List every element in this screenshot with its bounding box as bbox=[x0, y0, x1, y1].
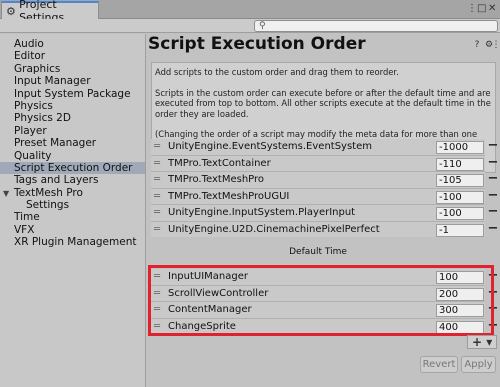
help-text: Add scripts to the custom order and drag… bbox=[155, 67, 399, 77]
sidebar-item-tags-and-layers[interactable]: Tags and Layers bbox=[0, 174, 145, 186]
help-icon[interactable]: ? bbox=[472, 40, 482, 50]
sidebar-item-graphics[interactable]: Graphics bbox=[0, 63, 145, 75]
script-name: UnityEngine.EventSystems.EventSystem bbox=[168, 141, 372, 152]
sidebar-item-quality[interactable]: Quality bbox=[0, 150, 145, 162]
remove-button[interactable]: − bbox=[485, 155, 500, 170]
sidebar-item-textmesh-pro-settings[interactable]: Settings bbox=[0, 199, 145, 211]
maximize-icon[interactable]: □ bbox=[477, 3, 486, 14]
project-settings-tab[interactable]: ⚙ Project Settings bbox=[1, 0, 99, 24]
order-value-field[interactable]: -105 bbox=[436, 174, 484, 187]
script-row[interactable]: ═ UnityEngine.U2D.CinemachinePixelPerfec… bbox=[151, 221, 485, 238]
remove-button[interactable]: − bbox=[485, 205, 500, 219]
script-name: TMPro.TextContainer bbox=[168, 157, 271, 169]
close-icon[interactable]: ✕ bbox=[488, 3, 496, 14]
drag-handle-icon[interactable]: ═ bbox=[154, 224, 160, 235]
default-time-divider: Default Time bbox=[151, 237, 485, 267]
page-title: Script Execution Order bbox=[148, 34, 366, 54]
script-name: UnityEngine.InputSystem.PlayerInput bbox=[168, 207, 356, 218]
remove-button[interactable]: − bbox=[485, 172, 500, 186]
sidebar-item-script-execution-order[interactable]: Script Execution Order bbox=[0, 161, 145, 175]
drag-handle-icon[interactable]: ═ bbox=[154, 175, 160, 185]
toolbar: ⚲ bbox=[0, 19, 500, 33]
script-row[interactable]: ═ UnityEngine.EventSystems.EventSystem -… bbox=[151, 139, 485, 156]
script-name: TMPro.TextMeshProUGUI bbox=[168, 190, 290, 202]
order-value-field[interactable]: -100 bbox=[436, 190, 484, 204]
script-name: UnityEngine.U2D.CinemachinePixelPerfect bbox=[168, 223, 380, 235]
sidebar-item-audio[interactable]: Audio bbox=[0, 38, 145, 50]
sidebar-item-editor[interactable]: Editor bbox=[0, 50, 145, 62]
drag-handle-icon[interactable]: ═ bbox=[154, 158, 160, 169]
sidebar-item-input-manager[interactable]: Input Manager bbox=[0, 75, 145, 87]
order-value-field[interactable]: -1 bbox=[436, 223, 484, 237]
script-row[interactable]: ═ TMPro.TextMeshPro -105 bbox=[151, 172, 485, 189]
gear-icon: ⚙ bbox=[6, 4, 16, 18]
drag-handle-icon[interactable]: ═ bbox=[154, 191, 160, 202]
script-row[interactable]: ═ TMPro.TextMeshProUGUI -100 bbox=[151, 188, 485, 205]
sidebar-item-xr-plugin-management[interactable]: XR Plugin Management bbox=[0, 236, 145, 248]
script-row[interactable]: ═ UnityEngine.InputSystem.PlayerInput -1… bbox=[151, 205, 485, 222]
remove-button[interactable]: − bbox=[485, 188, 500, 203]
sidebar-item-time[interactable]: Time bbox=[0, 211, 145, 223]
order-value-field[interactable]: -100 bbox=[436, 207, 484, 220]
search-input[interactable]: ⚲ bbox=[254, 20, 498, 32]
order-value-field[interactable]: -1000 bbox=[436, 141, 484, 154]
highlight-annotation bbox=[148, 265, 494, 336]
script-order-list-before: ═ UnityEngine.EventSystems.EventSystem -… bbox=[151, 139, 498, 238]
sidebar-item-player[interactable]: Player bbox=[0, 125, 145, 137]
sidebar-item-preset-manager[interactable]: Preset Manager bbox=[0, 137, 145, 149]
window-titlebar: ⚙ Project Settings ⋮ □ ✕ bbox=[0, 0, 500, 24]
more-icon[interactable]: ⋮ bbox=[491, 40, 500, 50]
kebab-menu-icon[interactable]: ⋮ bbox=[467, 3, 477, 14]
drag-handle-icon[interactable]: ═ bbox=[154, 208, 160, 218]
script-name: TMPro.TextMeshPro bbox=[168, 174, 265, 185]
sidebar-item-label: TextMesh Pro bbox=[14, 186, 83, 199]
sidebar-item-physics-2d[interactable]: Physics 2D bbox=[0, 112, 145, 124]
add-script-button[interactable]: + ▾ bbox=[467, 335, 497, 349]
revert-button[interactable]: Revert bbox=[420, 356, 458, 373]
sidebar-item-physics[interactable]: Physics bbox=[0, 100, 145, 112]
script-row[interactable]: ═ TMPro.TextContainer -110 bbox=[151, 155, 485, 172]
sidebar-item-textmesh-pro[interactable]: ▼ TextMesh Pro bbox=[0, 187, 145, 199]
apply-button[interactable]: Apply bbox=[461, 356, 496, 373]
remove-button[interactable]: − bbox=[485, 221, 500, 236]
drag-handle-icon[interactable]: ═ bbox=[154, 142, 160, 152]
search-icon: ⚲ bbox=[259, 21, 266, 31]
remove-button[interactable]: − bbox=[485, 139, 500, 153]
sidebar-item-vfx[interactable]: VFX bbox=[0, 224, 145, 236]
sidebar-item-input-system-package[interactable]: Input System Package bbox=[0, 88, 145, 100]
settings-sidebar: Audio Editor Graphics Input Manager Inpu… bbox=[0, 34, 146, 387]
order-value-field[interactable]: -110 bbox=[436, 157, 484, 171]
expand-triangle-icon[interactable]: ▼ bbox=[3, 188, 14, 200]
help-text: Scripts in the custom order can execute … bbox=[155, 87, 491, 119]
